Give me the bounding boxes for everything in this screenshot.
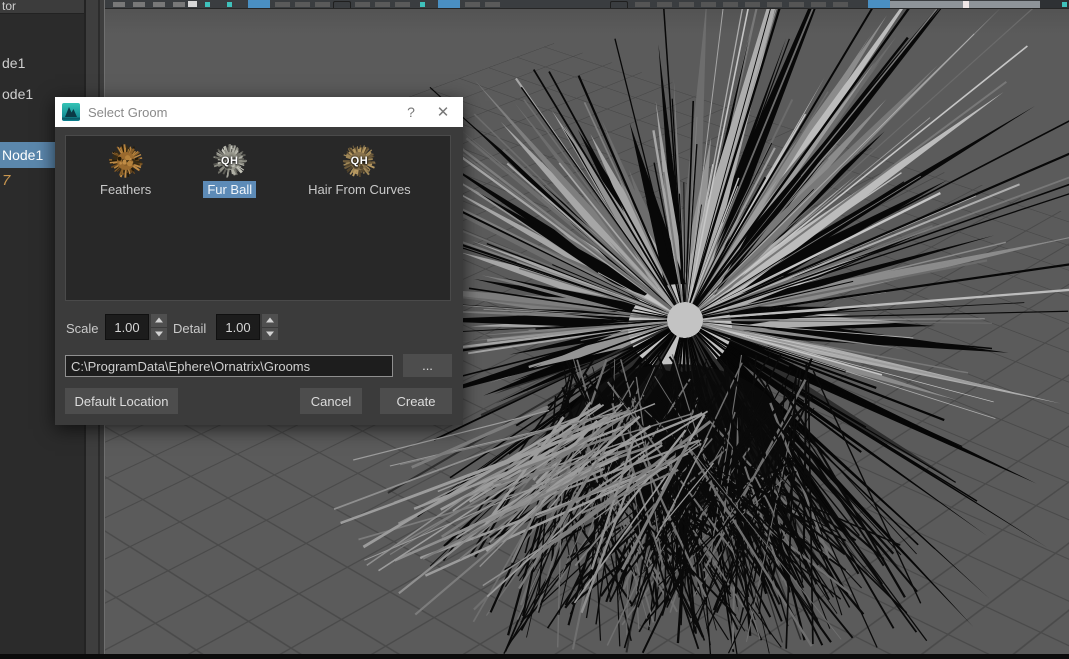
toolbar-icon[interactable]: [789, 1, 804, 7]
groom-item-hair-from-curves[interactable]: QH Hair From Curves: [304, 144, 415, 198]
toolbar-icon[interactable]: [745, 1, 760, 7]
toolbar-icon[interactable]: [295, 1, 310, 7]
groom-item-feathers[interactable]: Feathers: [96, 144, 155, 198]
groom-thumbnail-feathers: [108, 144, 143, 178]
toolbar-icon[interactable]: [485, 1, 500, 7]
cancel-button[interactable]: Cancel: [300, 388, 362, 414]
groom-item-fur-ball[interactable]: QH Fur Ball: [203, 144, 257, 198]
outliner-header: tor: [0, 0, 84, 14]
groom-badge: QH: [220, 155, 239, 167]
groom-label-selected[interactable]: Fur Ball: [203, 181, 257, 198]
toolbar-icon[interactable]: [963, 0, 969, 8]
app-logo-icon: [62, 103, 80, 121]
toolbar-icon[interactable]: [635, 1, 650, 7]
detail-spinner[interactable]: 1.00: [216, 314, 278, 340]
toolbar-icon[interactable]: [113, 1, 125, 7]
toolbar-icon[interactable]: [833, 1, 848, 7]
groom-label[interactable]: Feathers: [96, 181, 155, 198]
toolbar-icon[interactable]: [227, 1, 232, 7]
scale-value[interactable]: 1.00: [105, 314, 149, 340]
outliner-item[interactable]: ode1: [2, 86, 33, 102]
scale-down-arrow-icon[interactable]: [151, 328, 167, 341]
toolbar-icon[interactable]: [205, 1, 210, 7]
toolbar-icon[interactable]: [248, 0, 270, 8]
toolbar-icon[interactable]: [657, 1, 672, 7]
top-toolbar[interactable]: [105, 0, 1069, 9]
dialog-titlebar[interactable]: Select Groom ? ✕: [55, 97, 463, 127]
toolbar-icon[interactable]: [701, 1, 716, 7]
scale-up-arrow-icon[interactable]: [151, 314, 167, 328]
detail-label: Detail: [173, 321, 207, 336]
toolbar-icon[interactable]: [355, 1, 370, 7]
select-groom-dialog: Select Groom ? ✕ Feathers QH Fur Ball QH…: [55, 97, 463, 425]
detail-up-arrow-icon[interactable]: [262, 314, 278, 328]
toolbar-icon[interactable]: [420, 1, 425, 7]
close-icon[interactable]: ✕: [427, 103, 459, 121]
toolbar-icon[interactable]: [767, 1, 782, 7]
default-location-button[interactable]: Default Location: [65, 388, 178, 414]
toolbar-icon[interactable]: [610, 0, 628, 8]
toolbar-icon[interactable]: [153, 1, 165, 7]
groom-list: Feathers QH Fur Ball QH Hair From Curves: [65, 135, 451, 301]
toolbar-icon[interactable]: [723, 1, 738, 7]
dialog-title: Select Groom: [88, 104, 168, 120]
toolbar-icon[interactable]: [395, 1, 410, 7]
outliner-item[interactable]: de1: [2, 55, 25, 71]
toolbar-icon[interactable]: [1062, 1, 1067, 7]
create-button[interactable]: Create: [380, 388, 452, 414]
toolbar-icon[interactable]: [438, 0, 460, 8]
toolbar-icon[interactable]: [188, 1, 197, 7]
toolbar-icon[interactable]: [679, 1, 694, 7]
outliner-item[interactable]: 7: [2, 172, 10, 189]
toolbar-icon[interactable]: [868, 0, 890, 8]
scale-spinner[interactable]: 1.00: [105, 314, 167, 340]
toolbar-icon[interactable]: [133, 1, 145, 7]
help-button[interactable]: ?: [395, 104, 427, 120]
toolbar-icon[interactable]: [333, 0, 351, 8]
groom-badge: QH: [350, 155, 369, 167]
bottom-strip: [0, 654, 1069, 659]
toolbar-icon[interactable]: [811, 1, 826, 7]
groom-path-input[interactable]: [65, 355, 393, 377]
toolbar-icon[interactable]: [315, 1, 330, 7]
groom-label[interactable]: Hair From Curves: [304, 181, 415, 198]
scale-label: Scale: [66, 321, 99, 336]
toolbar-icon[interactable]: [465, 1, 480, 7]
toolbar-icon[interactable]: [173, 1, 185, 7]
detail-down-arrow-icon[interactable]: [262, 328, 278, 341]
toolbar-icon[interactable]: [275, 1, 290, 7]
detail-value[interactable]: 1.00: [216, 314, 260, 340]
browse-button[interactable]: ...: [403, 354, 452, 377]
toolbar-icon[interactable]: [375, 1, 390, 7]
